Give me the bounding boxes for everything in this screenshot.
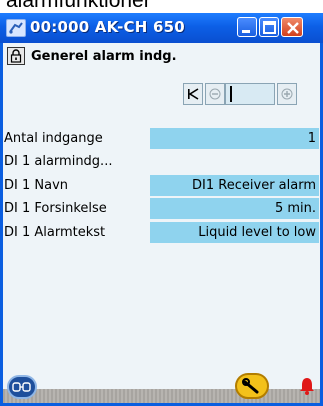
wrench-button[interactable] — [235, 373, 269, 399]
row-value-field[interactable]: Liquid level to low — [150, 221, 319, 243]
page-heading: alarmfunktioner — [6, 0, 151, 12]
alarm-bell-button[interactable] — [299, 376, 315, 396]
first-button[interactable] — [183, 83, 203, 105]
parameter-row: DI 1 Navn DI1 Receiver alarm — [3, 174, 320, 198]
previous-button[interactable] — [205, 83, 225, 105]
first-page-icon — [188, 88, 199, 100]
record-navigation — [183, 83, 297, 105]
row-label: DI 1 Navn — [4, 177, 69, 193]
controller-icon[interactable] — [6, 19, 26, 37]
previous-page-icon — [209, 88, 221, 100]
client-area: Generel alarm indg. Antal indgange 1 DI … — [3, 43, 320, 403]
maximize-icon — [263, 21, 276, 34]
status-bar — [3, 389, 320, 403]
row-value-field[interactable]: 1 — [150, 128, 319, 149]
row-value-field[interactable]: 5 min. — [150, 198, 319, 220]
minimize-button[interactable] — [237, 17, 257, 37]
service-tool-button[interactable] — [7, 375, 37, 399]
slider-thumb[interactable] — [230, 86, 232, 102]
next-page-icon — [281, 88, 293, 100]
row-value-field[interactable]: DI1 Receiver alarm — [150, 174, 319, 196]
title-bar[interactable]: 00:000 AK-CH 650 — [0, 13, 323, 43]
section-title: Generel alarm indg. — [31, 49, 177, 64]
record-slider[interactable] — [225, 83, 275, 105]
row-label: Antal indgange — [4, 131, 103, 146]
row-label: DI 1 Forsinkelse — [4, 201, 107, 217]
parameter-row: DI 1 Alarmtekst Liquid level to low — [3, 221, 320, 245]
close-button[interactable] — [281, 17, 303, 37]
section-header: Generel alarm indg. — [3, 43, 320, 73]
window-title: 00:000 AK-CH 650 — [30, 18, 185, 36]
close-icon — [287, 22, 299, 34]
minimize-icon — [242, 30, 250, 33]
app-window: 00:000 AK-CH 650 Generel alarm indg. Ant… — [0, 13, 323, 406]
row-label: DI 1 Alarmtekst — [4, 224, 106, 240]
lock-button[interactable] — [7, 47, 25, 65]
parameter-row: Antal indgange 1 — [3, 128, 320, 151]
row-label[interactable]: DI 1 alarmindg... — [4, 154, 112, 169]
parameter-list: Antal indgange 1 DI 1 alarmindg... DI 1 … — [3, 128, 320, 245]
lock-icon — [10, 49, 22, 63]
parameter-row: DI 1 alarmindg... — [3, 151, 320, 174]
parameter-row: DI 1 Forsinkelse 5 min. — [3, 198, 320, 221]
maximize-button[interactable] — [259, 17, 279, 37]
service-tool-icon — [12, 382, 31, 392]
alarm-bell-icon — [300, 378, 314, 395]
wrench-icon — [242, 378, 259, 394]
next-button[interactable] — [277, 83, 297, 105]
